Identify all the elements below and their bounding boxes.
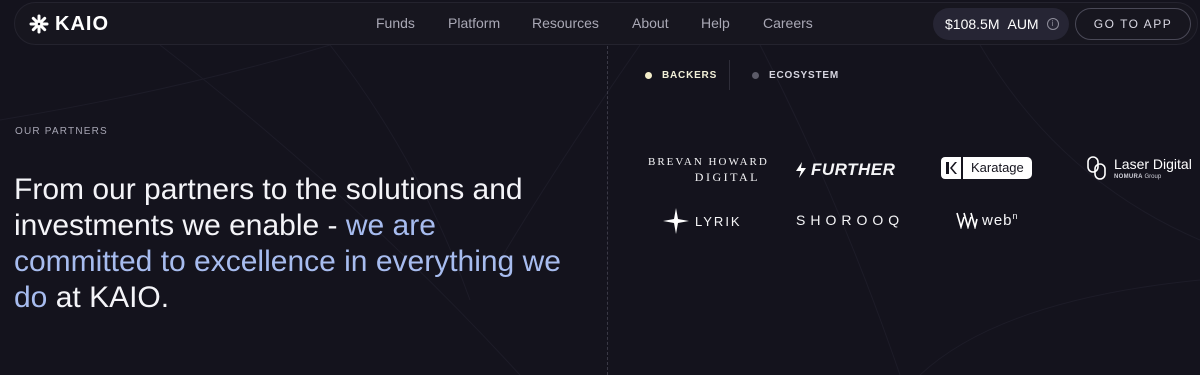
lyrik-star-icon — [663, 208, 689, 234]
brand-name: KAIO — [55, 12, 109, 35]
nav-link-resources[interactable]: Resources — [532, 15, 599, 31]
tab-ecosystem-label: ECOSYSTEM — [769, 69, 839, 81]
brevan-howard-name: BREVAN HOWARD — [648, 156, 769, 168]
lightning-icon — [796, 162, 806, 178]
further-name: FURTHER — [811, 160, 896, 179]
brevan-howard-digital: DIGITAL — [694, 170, 760, 184]
headline-part-2: at KAIO. — [47, 281, 170, 314]
go-to-app-button[interactable]: GO TO APP — [1075, 8, 1191, 40]
tab-backers[interactable]: BACKERS — [645, 69, 717, 81]
inactive-dot-icon — [752, 71, 759, 79]
brand-logo[interactable]: KAIO — [29, 12, 109, 36]
karatage-mark-icon — [941, 157, 961, 179]
vertical-divider — [607, 46, 608, 375]
partner-lyrik-logo: LYRIK — [663, 208, 742, 234]
tab-separator — [729, 60, 730, 90]
headline-part-1: From our partners to the solutions and i… — [14, 173, 523, 242]
lyrik-name: LYRIK — [695, 213, 742, 229]
webn-name: webn — [982, 211, 1019, 229]
nav-link-about[interactable]: About — [632, 15, 669, 31]
partner-brevan-howard-logo: BREVAN HOWARD DIGITAL — [648, 156, 769, 185]
aum-unit: AUM — [1007, 16, 1039, 32]
laser-digital-mark-icon — [1087, 156, 1106, 180]
aum-badge: $108.5M AUM i — [933, 8, 1069, 40]
laser-digital-name: Laser Digital — [1114, 156, 1192, 172]
nav-link-funds[interactable]: Funds — [376, 15, 415, 31]
partner-further-logo: FURTHER — [795, 160, 895, 180]
tab-ecosystem[interactable]: ECOSYSTEM — [752, 69, 839, 81]
laser-digital-sub: NOMURA Group — [1114, 174, 1162, 180]
section-headline: From our partners to the solutions and i… — [14, 172, 574, 316]
section-eyebrow: OUR PARTNERS — [15, 126, 108, 137]
webn-mark-icon — [956, 212, 978, 229]
partner-shorooq-logo: SHOROOQ — [796, 212, 905, 228]
partner-laser-digital-logo: Laser Digital NOMURA Group — [1086, 155, 1192, 181]
kaio-star-icon — [29, 14, 49, 34]
active-dot-icon — [645, 71, 652, 79]
nav-link-platform[interactable]: Platform — [448, 15, 500, 31]
info-icon[interactable]: i — [1046, 18, 1059, 30]
partner-karatage-logo: Karatage — [941, 157, 1032, 179]
tab-backers-label: BACKERS — [662, 69, 718, 81]
top-navigation-bar: KAIO Funds Platform Resources About Help… — [14, 2, 1198, 45]
nav-link-careers[interactable]: Careers — [763, 15, 813, 31]
aum-value: $108.5M — [945, 16, 1000, 32]
nav-link-help[interactable]: Help — [701, 15, 730, 31]
partner-webn-logo: webn — [956, 211, 1019, 229]
karatage-name: Karatage — [963, 157, 1032, 179]
